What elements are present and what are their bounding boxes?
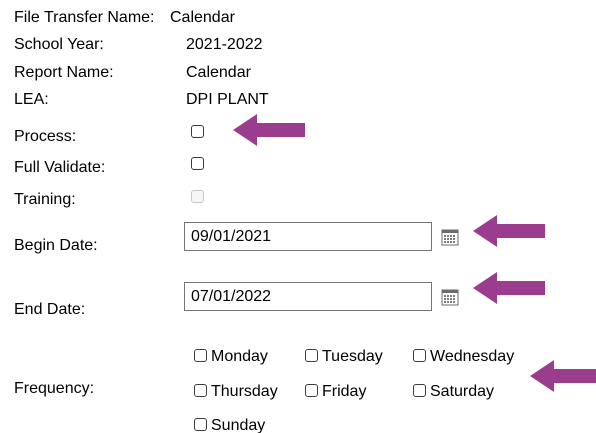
school-year-value: 2021-2022	[186, 36, 263, 53]
frequency-option-saturday[interactable]: Saturday	[413, 382, 494, 402]
lea-label: LEA:	[14, 91, 49, 108]
training-label: Training:	[14, 191, 76, 208]
sunday-checkbox[interactable]	[194, 418, 207, 431]
monday-checkbox[interactable]	[194, 349, 207, 362]
end-date-label: End Date:	[14, 301, 86, 318]
friday-checkbox[interactable]	[305, 384, 318, 397]
saturday-label: Saturday	[430, 383, 495, 400]
arrow-left-icon	[233, 114, 305, 146]
file-transfer-name-value: Calendar	[170, 9, 235, 26]
thursday-label: Thursday	[211, 383, 278, 400]
sunday-label: Sunday	[211, 417, 266, 433]
process-checkbox[interactable]	[191, 125, 204, 138]
school-year-label: School Year:	[14, 36, 104, 53]
frequency-option-sunday[interactable]: Sunday	[194, 416, 265, 433]
calendar-icon[interactable]	[441, 288, 459, 306]
monday-label: Monday	[211, 348, 268, 365]
saturday-checkbox[interactable]	[413, 384, 426, 397]
begin-date-label: Begin Date:	[14, 237, 98, 254]
thursday-checkbox[interactable]	[194, 384, 207, 397]
frequency-option-monday[interactable]: Monday	[194, 347, 268, 367]
arrow-left-icon	[530, 360, 596, 392]
frequency-option-thursday[interactable]: Thursday	[194, 382, 278, 402]
file-transfer-name-label: File Transfer Name:	[14, 9, 155, 26]
end-date-input[interactable]	[184, 282, 432, 311]
begin-date-input[interactable]	[184, 222, 432, 251]
frequency-option-tuesday[interactable]: Tuesday	[305, 347, 383, 367]
lea-value: DPI PLANT	[186, 91, 269, 108]
friday-label: Friday	[322, 383, 367, 400]
calendar-icon[interactable]	[441, 228, 459, 246]
frequency-label: Frequency:	[14, 380, 95, 397]
report-name-label: Report Name:	[14, 64, 114, 81]
frequency-option-wednesday[interactable]: Wednesday	[413, 347, 514, 367]
full-validate-checkbox[interactable]	[191, 157, 204, 170]
arrow-left-icon	[473, 272, 545, 304]
tuesday-label: Tuesday	[322, 348, 383, 365]
wednesday-checkbox[interactable]	[413, 349, 426, 362]
frequency-option-friday[interactable]: Friday	[305, 382, 366, 402]
arrow-left-icon	[473, 215, 545, 247]
full-validate-label: Full Validate:	[14, 159, 106, 176]
process-label: Process:	[14, 128, 77, 145]
wednesday-label: Wednesday	[430, 348, 515, 365]
report-name-value: Calendar	[186, 64, 251, 81]
tuesday-checkbox[interactable]	[305, 349, 318, 362]
training-checkbox	[191, 190, 204, 203]
